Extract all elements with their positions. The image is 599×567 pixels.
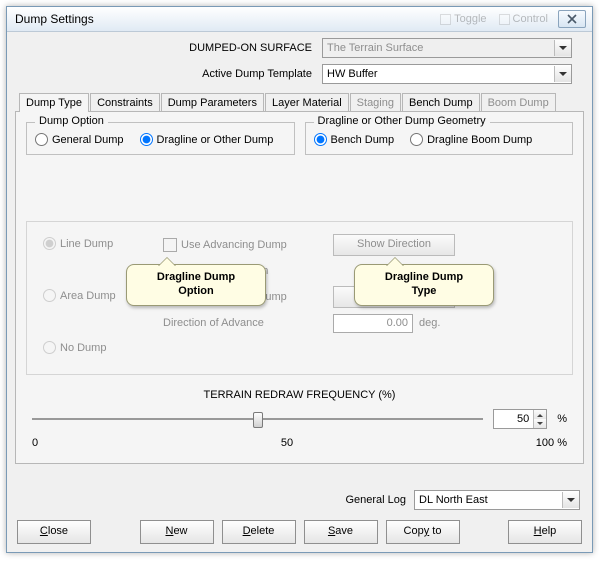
slider-thumb[interactable] xyxy=(253,412,263,428)
label-dumped-on: DUMPED-ON SURFACE xyxy=(27,42,322,54)
legend-dump-option: Dump Option xyxy=(35,115,108,127)
chevron-down-icon xyxy=(554,66,571,82)
radio-general-dump[interactable]: General Dump xyxy=(35,133,124,146)
label-deg: deg. xyxy=(419,317,440,329)
chevron-down-icon xyxy=(562,492,579,508)
radio-area-dump: Area Dump xyxy=(43,289,116,302)
combo-template-value: HW Buffer xyxy=(327,68,554,80)
close-icon xyxy=(567,14,577,24)
chevron-down-icon xyxy=(554,40,571,56)
tab-constraints[interactable]: Constraints xyxy=(90,93,160,112)
spinner-up[interactable] xyxy=(534,410,546,419)
slider-redraw[interactable] xyxy=(32,418,483,420)
radio-dragline-other[interactable]: Dragline or Other Dump xyxy=(140,133,274,146)
field-direction-value: 0.00 xyxy=(333,314,413,333)
new-button[interactable]: New xyxy=(140,520,214,544)
tab-strip: Dump Type Constraints Dump Parameters La… xyxy=(15,92,584,111)
callout-dragline-option: Dragline DumpOption xyxy=(126,264,266,306)
radio-line-dump: Line Dump xyxy=(43,237,113,250)
ghost-toggle: Toggle xyxy=(440,13,486,25)
save-button[interactable]: Save xyxy=(304,520,378,544)
combo-surface-value: The Terrain Surface xyxy=(327,42,554,54)
radio-no-dump: No Dump xyxy=(43,341,106,354)
combo-template[interactable]: HW Buffer xyxy=(322,64,572,84)
help-button[interactable]: Help xyxy=(508,520,582,544)
legend-geometry: Dragline or Other Dump Geometry xyxy=(314,115,490,127)
window-title: Dump Settings xyxy=(11,12,440,26)
tab-staging: Staging xyxy=(350,93,401,112)
tab-boom-dump: Boom Dump xyxy=(481,93,556,112)
label-redraw-frequency: TERRAIN REDRAW FREQUENCY (%) xyxy=(26,389,573,401)
ghost-control: Control xyxy=(499,13,548,25)
copy-to-button[interactable]: Copy to xyxy=(386,520,460,544)
tabpane-dump-type: Dump Option General Dump Dragline or Oth… xyxy=(15,111,584,464)
label-direction-advance: Direction of Advance xyxy=(163,317,264,329)
button-bar: Close New Delete Save Copy to Help xyxy=(15,520,584,544)
close-button[interactable]: Close xyxy=(17,520,91,544)
combo-general-log[interactable]: DL North East xyxy=(414,490,580,510)
label-general-log: General Log xyxy=(345,494,406,506)
slider-scale: 0 50 100 % xyxy=(32,437,567,449)
ghost-tools: Toggle Control xyxy=(440,13,548,25)
group-geometry: Dragline or Other Dump Geometry Bench Du… xyxy=(305,122,574,155)
combo-surface[interactable]: The Terrain Surface xyxy=(322,38,572,58)
spinner-redraw[interactable]: 50 xyxy=(493,409,547,429)
label-pct: % xyxy=(557,413,567,425)
tab-layer-material[interactable]: Layer Material xyxy=(265,93,349,112)
tab-dump-type[interactable]: Dump Type xyxy=(19,93,89,112)
label-template: Active Dump Template xyxy=(27,68,322,80)
group-dump-option: Dump Option General Dump Dragline or Oth… xyxy=(26,122,295,155)
radio-bench-dump[interactable]: Bench Dump xyxy=(314,133,395,146)
tab-bench-dump[interactable]: Bench Dump xyxy=(402,93,480,112)
tab-dump-parameters[interactable]: Dump Parameters xyxy=(161,93,264,112)
delete-button[interactable]: Delete xyxy=(222,520,296,544)
radio-boom-dump[interactable]: Dragline Boom Dump xyxy=(410,133,532,146)
spinner-value: 50 xyxy=(494,410,533,428)
window-close-button[interactable] xyxy=(558,10,586,28)
titlebar: Dump Settings Toggle Control xyxy=(7,7,592,32)
spinner-down[interactable] xyxy=(534,419,546,428)
combo-log-value: DL North East xyxy=(419,494,562,506)
callout-dragline-type: Dragline DumpType xyxy=(354,264,494,306)
